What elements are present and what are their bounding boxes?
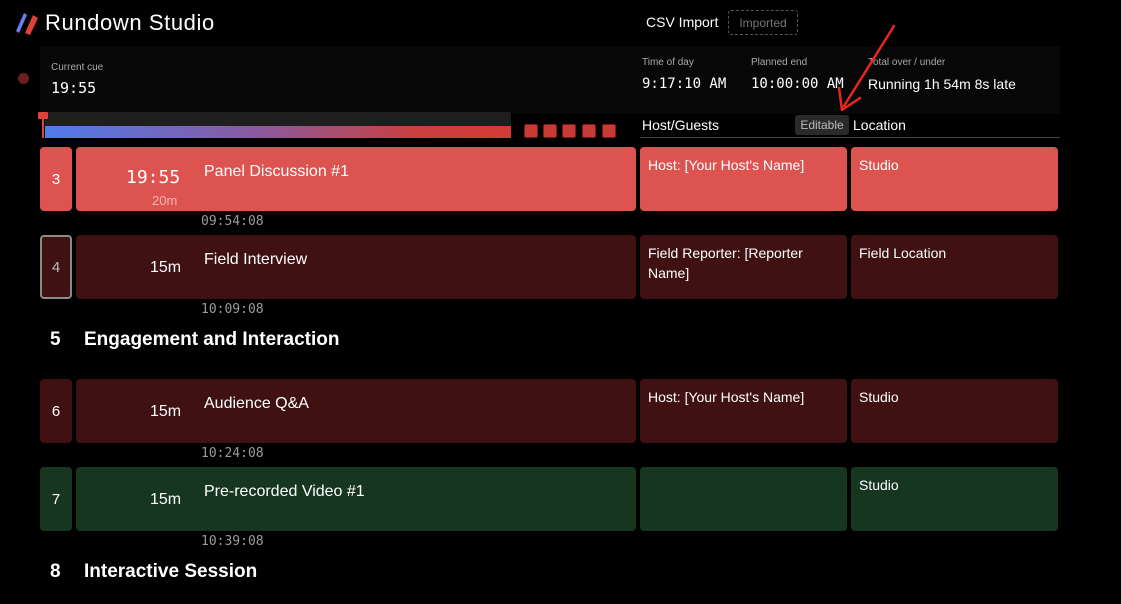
- cue-host-cell[interactable]: [640, 467, 847, 531]
- annotation-arrow-icon: [837, 24, 896, 112]
- cue-start-time: 09:54:08: [201, 214, 264, 229]
- cue-duration: 15m: [150, 259, 182, 276]
- cue-number[interactable]: 6: [40, 379, 72, 443]
- cue-title[interactable]: Panel Discussion #1: [204, 163, 349, 181]
- cue-row-panel-discussion[interactable]: 19:55 20m Panel Discussion #1: [76, 147, 636, 211]
- cue-title[interactable]: Audience Q&A: [204, 395, 309, 413]
- cue-duration: 15m: [150, 491, 182, 508]
- cue-host-cell[interactable]: Field Reporter: [Reporter Name]: [640, 235, 847, 299]
- app-title: Rundown Studio: [45, 10, 215, 35]
- cue-countdown: 19:55: [126, 167, 181, 188]
- csv-imported-badge[interactable]: Imported: [728, 10, 798, 35]
- column-header-host[interactable]: Host/Guests: [642, 117, 719, 133]
- csv-import-label: CSV Import: [646, 14, 719, 30]
- section-number: 5: [50, 329, 61, 350]
- segment-indicator[interactable]: [543, 124, 557, 138]
- section-title[interactable]: Interactive Session: [84, 561, 257, 583]
- cue-row-field-interview[interactable]: 15m Field Interview: [76, 235, 636, 299]
- cue-host-cell[interactable]: Host: [Your Host's Name]: [640, 147, 847, 211]
- section-number: 8: [50, 561, 61, 582]
- app-logo-icon: [16, 13, 38, 35]
- cue-start-time: 10:09:08: [201, 302, 264, 317]
- column-header-location[interactable]: Location: [853, 117, 906, 133]
- cue-number[interactable]: 3: [40, 147, 72, 211]
- cue-duration: 20m: [152, 193, 178, 208]
- segment-indicator[interactable]: [582, 124, 596, 138]
- cue-title[interactable]: Field Interview: [204, 251, 307, 269]
- cue-duration: 15m: [150, 403, 182, 420]
- cue-progress-fill: [45, 126, 511, 138]
- cue-location-cell[interactable]: Studio: [851, 379, 1058, 443]
- cue-row-audience-qa[interactable]: 15m Audience Q&A: [76, 379, 636, 443]
- cue-start-time: 10:39:08: [201, 534, 264, 549]
- section-title[interactable]: Engagement and Interaction: [84, 329, 339, 351]
- current-cue-label: Current cue: [51, 62, 104, 73]
- playhead-marker-icon[interactable]: [38, 112, 48, 138]
- time-of-day-label: Time of day: [642, 57, 694, 68]
- time-of-day-value: 9:17:10 AM: [642, 76, 727, 92]
- editable-badge: Editable: [795, 115, 849, 135]
- rundown-app: Rundown Studio CSV Import Imported Curre…: [0, 0, 1121, 604]
- cue-row-prerecorded-video[interactable]: 15m Pre-recorded Video #1: [76, 467, 636, 531]
- cue-number[interactable]: 4: [40, 235, 72, 299]
- segment-indicator[interactable]: [602, 124, 616, 138]
- record-indicator-icon: [18, 73, 29, 84]
- cue-location-cell[interactable]: Studio: [851, 147, 1058, 211]
- segment-indicator[interactable]: [524, 124, 538, 138]
- current-cue-timer: 19:55: [51, 79, 97, 97]
- cue-title[interactable]: Pre-recorded Video #1: [204, 483, 365, 501]
- segment-indicator[interactable]: [562, 124, 576, 138]
- planned-end-label: Planned end: [751, 57, 808, 68]
- cue-progress-bar: [45, 112, 511, 138]
- cue-location-cell[interactable]: Studio: [851, 467, 1058, 531]
- header-divider: [640, 137, 1060, 138]
- cue-start-time: 10:24:08: [201, 446, 264, 461]
- cue-number[interactable]: 7: [40, 467, 72, 531]
- cue-host-cell[interactable]: Host: [Your Host's Name]: [640, 379, 847, 443]
- cue-location-cell[interactable]: Field Location: [851, 235, 1058, 299]
